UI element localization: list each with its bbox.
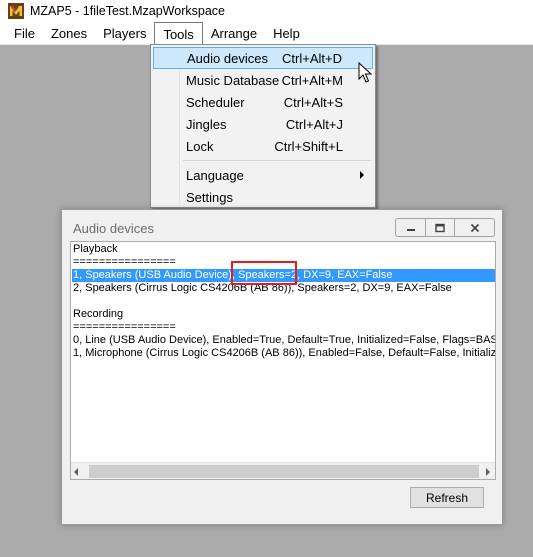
restore-icon	[435, 223, 445, 232]
menu-item-shortcut: Ctrl+Alt+D	[282, 50, 342, 66]
menu-item-music-database[interactable]: Music Database Ctrl+Alt+M	[153, 69, 373, 91]
refresh-button[interactable]: Refresh	[410, 487, 484, 508]
title-bar: MZAP5 - 1fileTest.MzapWorkspace	[0, 0, 533, 22]
scroll-thumb[interactable]	[89, 465, 479, 478]
submenu-arrow-icon	[360, 171, 364, 179]
dialog-title: Audio devices	[73, 221, 154, 236]
menu-bar: File Zones Players Tools Arrange Help	[0, 22, 533, 46]
menu-separator	[183, 160, 371, 161]
tools-menu-dropdown: Audio devices Ctrl+Alt+D Music Database …	[150, 44, 376, 208]
menu-players[interactable]: Players	[95, 22, 154, 45]
restore-button[interactable]	[426, 218, 455, 237]
list-line: Recording	[73, 308, 124, 320]
menu-item-label: Settings	[186, 189, 233, 205]
menu-help[interactable]: Help	[265, 22, 308, 45]
audio-devices-window: Audio devices Playback ================ …	[61, 209, 503, 525]
menu-item-label: Scheduler	[186, 94, 245, 110]
menu-file[interactable]: File	[0, 22, 43, 45]
minimize-button[interactable]	[395, 218, 426, 237]
menu-item-settings[interactable]: Settings	[153, 186, 373, 208]
close-icon	[470, 223, 479, 232]
menu-item-label: Lock	[186, 138, 214, 154]
menu-arrange[interactable]: Arrange	[203, 22, 265, 45]
annotation-highlight-box	[231, 261, 297, 285]
window-controls	[395, 218, 495, 237]
mouse-cursor-icon	[358, 62, 372, 83]
scroll-right-arrow-icon[interactable]	[486, 468, 490, 476]
menu-item-label: Jingles	[186, 116, 227, 132]
menu-item-jingles[interactable]: Jingles Ctrl+Alt+J	[153, 113, 373, 135]
scroll-left-arrow-icon[interactable]	[74, 468, 78, 476]
close-button[interactable]	[455, 218, 495, 237]
device-list-textbox[interactable]: Playback ================ 1, Speakers (U…	[70, 241, 496, 480]
list-line: ================	[73, 321, 176, 333]
window-title: MZAP5 - 1fileTest.MzapWorkspace	[30, 4, 225, 18]
menu-item-audio-devices[interactable]: Audio devices Ctrl+Alt+D	[153, 47, 373, 69]
menu-item-language[interactable]: Language	[153, 164, 373, 186]
menu-tools[interactable]: Tools	[154, 22, 203, 46]
menu-item-scheduler[interactable]: Scheduler Ctrl+Alt+S	[153, 91, 373, 113]
list-line: Playback	[73, 243, 118, 255]
menu-item-label: Language	[186, 167, 244, 183]
menu-item-shortcut: Ctrl+Alt+J	[285, 116, 343, 132]
app-logo-icon	[8, 3, 24, 19]
menu-item-label: Audio devices	[187, 50, 268, 66]
list-line: ================	[73, 256, 176, 268]
menu-item-label: Music Database	[186, 72, 280, 88]
list-line: 0, Line (USB Audio Device), Enabled=True…	[73, 334, 496, 346]
menu-item-shortcut: Ctrl+Alt+S	[283, 94, 343, 110]
menu-item-lock[interactable]: Lock Ctrl+Shift+L	[153, 135, 373, 157]
menu-item-shortcut: Ctrl+Shift+L	[274, 138, 343, 154]
menu-item-shortcut: Ctrl+Alt+M	[281, 72, 343, 88]
horizontal-scrollbar[interactable]	[71, 462, 495, 479]
minimize-icon	[406, 228, 415, 231]
list-line: 1, Microphone (Cirrus Logic CS4206B (AB …	[73, 347, 496, 359]
menu-zones[interactable]: Zones	[43, 22, 95, 45]
